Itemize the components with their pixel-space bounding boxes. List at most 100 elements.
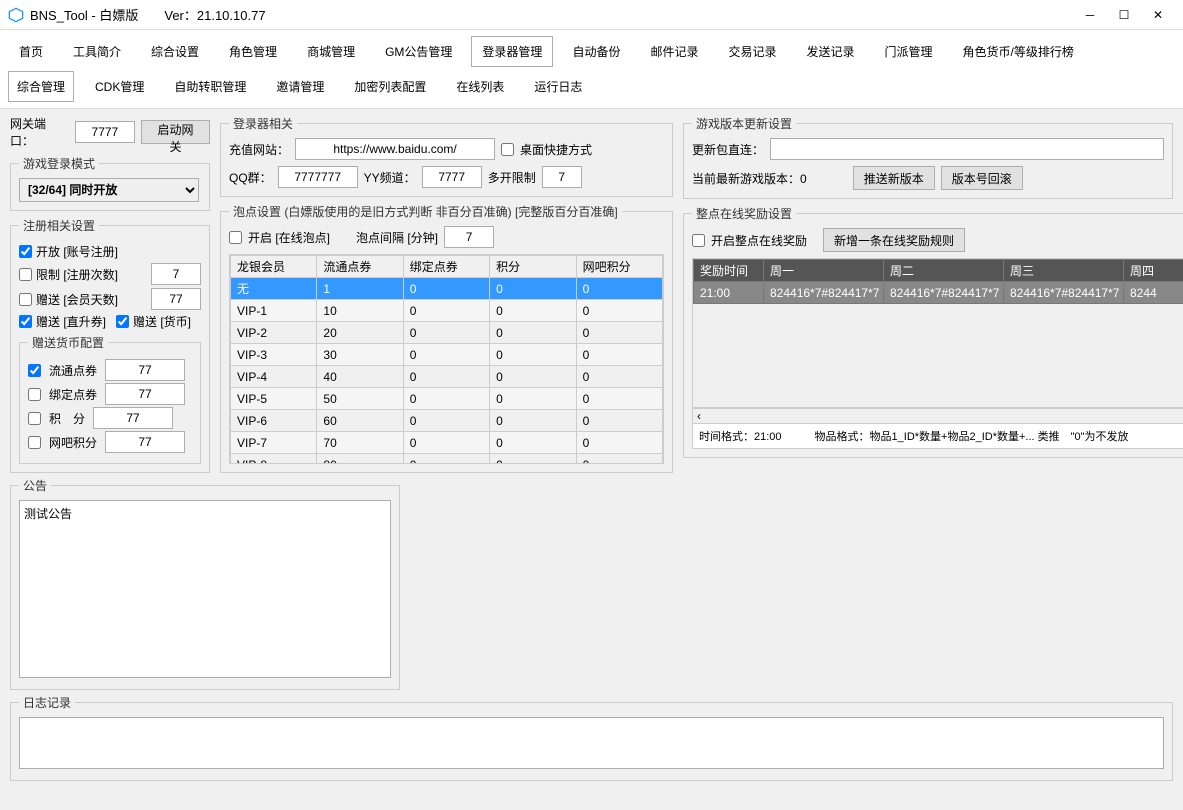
gateway-label: 网关端口： [10, 115, 69, 149]
reward-hint: 时间格式：21:00 物品格式：物品1_ID*数量+物品2_ID*数量+... … [692, 424, 1183, 449]
rollback-button[interactable]: 版本号回滚 [941, 166, 1023, 190]
register-legend: 注册相关设置 [19, 217, 99, 234]
reward-add-button[interactable]: 新增一条在线奖励规则 [823, 228, 965, 252]
maximize-button[interactable]: ☐ [1107, 0, 1141, 30]
reward-enable-chk[interactable] [692, 234, 705, 247]
main-tab-7[interactable]: 自动备份 [561, 36, 631, 67]
sub-tab-2[interactable]: 自助转职管理 [165, 71, 255, 102]
desktop-chk[interactable] [501, 143, 514, 156]
bubble-table-wrap[interactable]: 龙银会员流通点券绑定点券积分网吧积分 无1000VIP-110000VIP-22… [229, 254, 664, 464]
main-tab-4[interactable]: 商城管理 [296, 36, 366, 67]
reward-hscroll[interactable]: ‹› [692, 408, 1183, 424]
reward-col: 周四 [1124, 260, 1183, 282]
reward-col: 周二 [884, 260, 1004, 282]
table-row[interactable]: VIP-770000 [231, 432, 663, 454]
cur3-chk[interactable] [28, 412, 41, 425]
main-tab-8[interactable]: 邮件记录 [639, 36, 709, 67]
login-mode-group: 游戏登录模式 [32/64] 同时开放 [10, 155, 210, 211]
gateway-start-button[interactable]: 启动网关 [141, 120, 210, 144]
main-tab-1[interactable]: 工具简介 [62, 36, 132, 67]
main-tab-12[interactable]: 角色货币/等级排行榜 [952, 36, 1085, 67]
login-mode-legend: 游戏登录模式 [19, 155, 99, 172]
reg-cur-chk[interactable] [116, 315, 129, 328]
app-icon [8, 7, 24, 23]
sub-tabs: 综合管理 CDK管理自助转职管理邀请管理加密列表配置在线列表运行日志 [0, 67, 1183, 109]
reg-cur-label: 赠送 [货币] [133, 313, 191, 330]
sub-tab-3[interactable]: 邀请管理 [267, 71, 333, 102]
reg-up-chk[interactable] [19, 315, 32, 328]
main-tab-3[interactable]: 角色管理 [218, 36, 288, 67]
version-group: 游戏版本更新设置 更新包直连： 当前最新游戏版本：0 推送新版本 版本号回滚 [683, 115, 1173, 199]
titlebar: BNS_Tool - 白嫖版 Ver：21.10.10.77 ─ ☐ ✕ [0, 0, 1183, 30]
sub-tab-5[interactable]: 在线列表 [447, 71, 513, 102]
yy-input[interactable] [422, 166, 482, 188]
gateway-input[interactable] [75, 121, 135, 143]
multi-label: 多开限制 [488, 169, 536, 186]
cur2-input[interactable] [105, 383, 185, 405]
reg-limit-input[interactable] [151, 263, 201, 285]
table-row[interactable]: 无1000 [231, 278, 663, 300]
reg-open-label: 开放 [账号注册] [36, 243, 118, 260]
currency-legend: 赠送货币配置 [28, 334, 108, 351]
bubble-enable-chk[interactable] [229, 231, 242, 244]
cur1-input[interactable] [105, 359, 185, 381]
sub-tab-0[interactable]: 综合管理 [8, 71, 74, 102]
minimize-button[interactable]: ─ [1073, 0, 1107, 30]
reward-enable-label: 开启整点在线奖励 [711, 232, 807, 249]
table-row[interactable]: VIP-110000 [231, 300, 663, 322]
register-group: 注册相关设置 开放 [账号注册] 限制 [注册次数] 赠送 [会员天数] 赠送 … [10, 217, 210, 473]
table-row[interactable]: VIP-550000 [231, 388, 663, 410]
reward-legend: 整点在线奖励设置 [692, 205, 796, 222]
reg-up-label: 赠送 [直升券] [36, 313, 106, 330]
announce-textarea[interactable] [19, 500, 391, 678]
cur-ver-label: 当前最新游戏版本：0 [692, 170, 807, 187]
close-button[interactable]: ✕ [1141, 0, 1175, 30]
main-tab-9[interactable]: 交易记录 [717, 36, 787, 67]
push-version-button[interactable]: 推送新版本 [853, 166, 935, 190]
bubble-enable-label: 开启 [在线泡点] [248, 229, 330, 246]
recharge-input[interactable] [295, 138, 495, 160]
main-tab-5[interactable]: GM公告管理 [374, 36, 463, 67]
reward-table-wrap[interactable]: 奖励时间周一周二周三周四 21:00824416*7#824417*782441… [692, 258, 1183, 408]
reg-limit-chk[interactable] [19, 268, 32, 281]
bubble-col: 积分 [490, 256, 576, 278]
main-tabs: 首页工具简介综合设置角色管理商城管理 GM公告管理登录器管理自动备份邮件记录交易记… [0, 30, 1183, 67]
main-tab-2[interactable]: 综合设置 [140, 36, 210, 67]
login-related-group: 登录器相关 充值网站： 桌面快捷方式 QQ群： YY频道： 多开限制 [220, 115, 673, 197]
table-row[interactable]: 21:00824416*7#824417*7824416*7#824417*78… [694, 282, 1183, 304]
table-row[interactable]: VIP-880000 [231, 454, 663, 465]
window-title: BNS_Tool - 白嫖版 Ver：21.10.10.77 [30, 5, 1073, 24]
announce-group: 公告 [10, 477, 400, 690]
version-legend: 游戏版本更新设置 [692, 115, 796, 132]
login-mode-select[interactable]: [32/64] 同时开放 [19, 178, 199, 202]
bubble-interval-input[interactable] [444, 226, 494, 248]
reward-col: 周一 [764, 260, 884, 282]
main-tab-0[interactable]: 首页 [8, 36, 54, 67]
main-tab-10[interactable]: 发送记录 [795, 36, 865, 67]
sub-tab-6[interactable]: 运行日志 [525, 71, 591, 102]
cur3-label: 积 分 [49, 410, 85, 427]
multi-input[interactable] [542, 166, 582, 188]
sub-tab-4[interactable]: 加密列表配置 [345, 71, 435, 102]
cur2-chk[interactable] [28, 388, 41, 401]
cur4-label: 网吧积分 [49, 434, 97, 451]
reg-days-input[interactable] [151, 288, 201, 310]
pkg-input[interactable] [770, 138, 1164, 160]
table-row[interactable]: VIP-330000 [231, 344, 663, 366]
table-row[interactable]: VIP-220000 [231, 322, 663, 344]
main-tab-11[interactable]: 门派管理 [874, 36, 944, 67]
reg-days-chk[interactable] [19, 293, 32, 306]
announce-legend: 公告 [19, 477, 51, 494]
main-tab-6[interactable]: 登录器管理 [471, 36, 553, 67]
table-row[interactable]: VIP-440000 [231, 366, 663, 388]
qq-input[interactable] [278, 166, 358, 188]
reg-open-chk[interactable] [19, 245, 32, 258]
cur3-input[interactable] [93, 407, 173, 429]
scroll-left-icon[interactable]: ‹ [697, 409, 701, 423]
sub-tab-1[interactable]: CDK管理 [86, 71, 153, 102]
table-row[interactable]: VIP-660000 [231, 410, 663, 432]
cur2-label: 绑定点券 [49, 386, 97, 403]
cur1-chk[interactable] [28, 364, 41, 377]
cur4-chk[interactable] [28, 436, 41, 449]
cur4-input[interactable] [105, 431, 185, 453]
